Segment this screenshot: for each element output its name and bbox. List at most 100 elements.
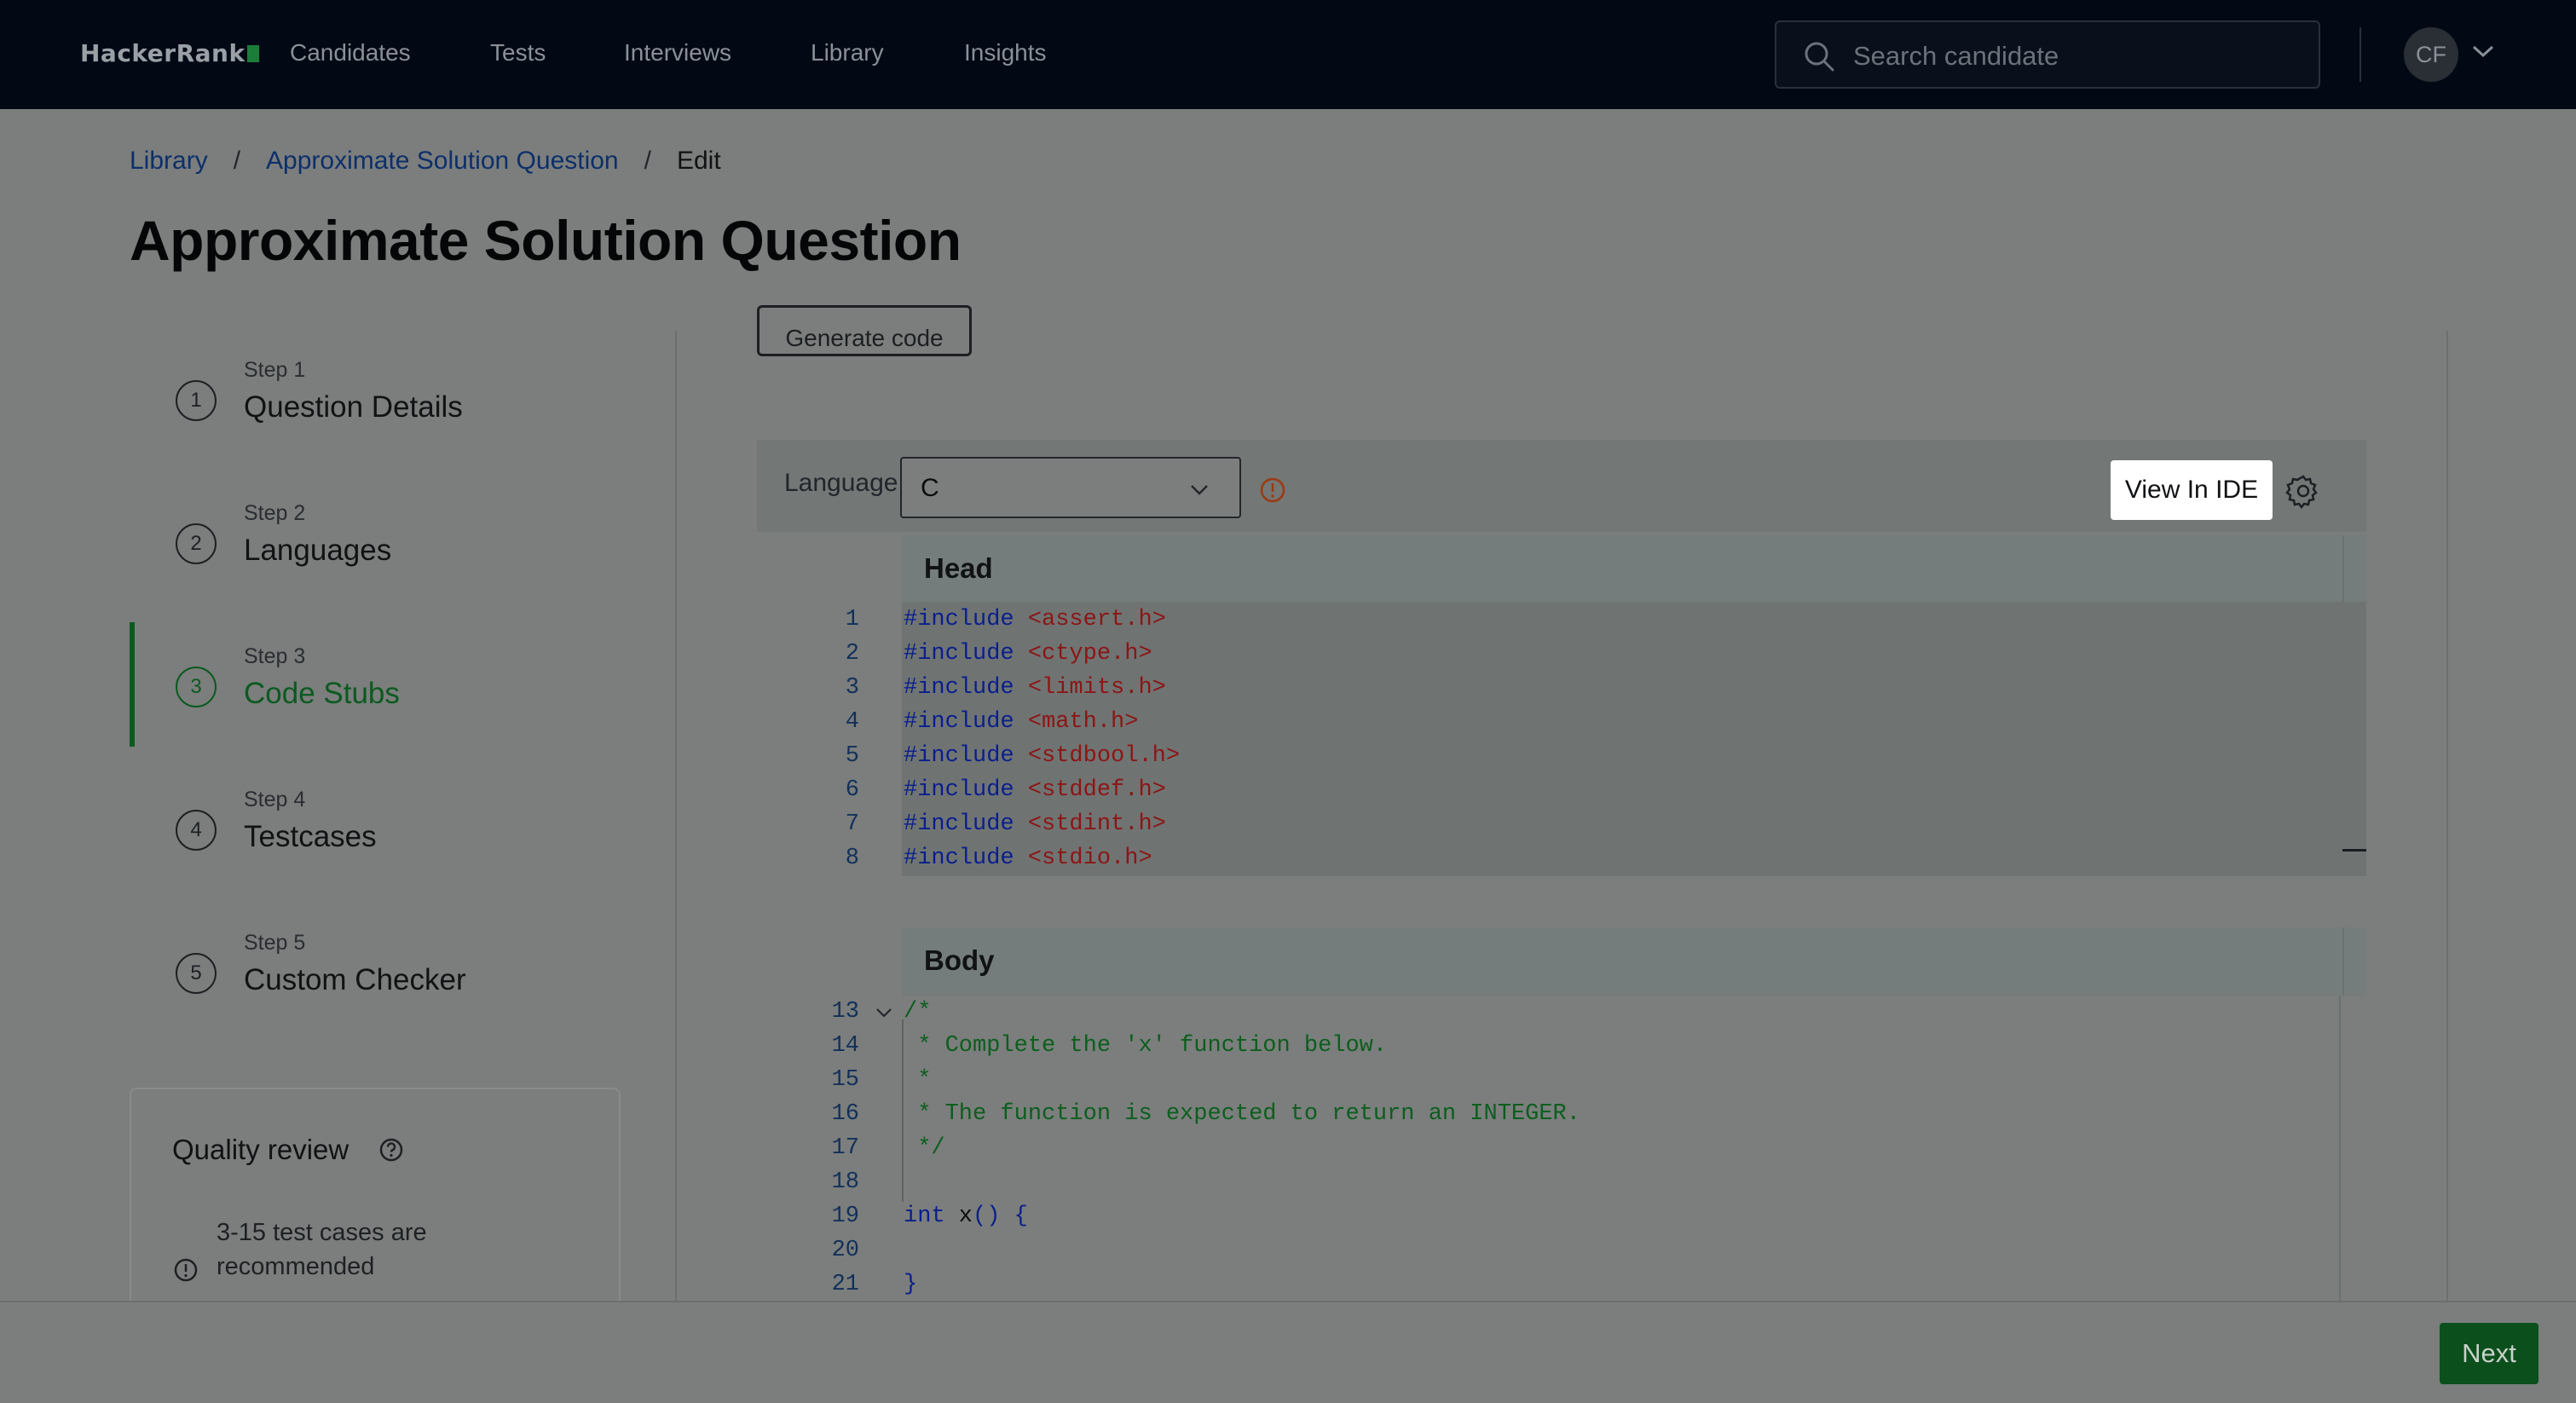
code-line[interactable]: * Complete the 'x' function below. xyxy=(904,1033,1387,1067)
code-keyword: #include xyxy=(904,743,1014,769)
top-nav: HackerRank Candidates Tests Interviews L… xyxy=(0,0,2576,109)
line-number: 6 xyxy=(845,777,859,803)
help-icon[interactable] xyxy=(378,1137,404,1163)
line-number: 15 xyxy=(831,1067,859,1093)
code-line[interactable]: * The function is expected to return an … xyxy=(904,1101,1580,1135)
head-section-title: Head xyxy=(924,552,993,584)
line-number: 20 xyxy=(831,1238,859,1263)
step-testcases[interactable]: 4 Step 4 Testcases xyxy=(130,765,641,890)
step-languages[interactable]: 2 Step 2 Languages xyxy=(130,479,641,603)
quality-review-message: 3-15 test cases are recommended xyxy=(217,1219,427,1280)
code-text: /* xyxy=(904,999,932,1025)
nav-tests[interactable]: Tests xyxy=(490,39,546,66)
code-keyword: #include xyxy=(904,846,1014,871)
code-function-name: x xyxy=(944,1204,973,1229)
code-header-name: <stdint.h> xyxy=(1027,811,1166,837)
chevron-down-icon[interactable] xyxy=(2470,43,2496,60)
code-header-name: <stddef.h> xyxy=(1027,777,1166,803)
page-title: Approximate Solution Question xyxy=(130,209,962,272)
line-number: 5 xyxy=(845,743,859,769)
step-label: Step 4 xyxy=(244,788,306,811)
quality-review-title: Quality review xyxy=(172,1134,349,1165)
code-text: */ xyxy=(904,1135,945,1161)
step-title: Question Details xyxy=(244,390,463,424)
search-icon xyxy=(1805,42,1834,72)
editor-scroll-edge xyxy=(2339,996,2341,1301)
code-line[interactable]: */ xyxy=(904,1135,945,1169)
code-text: * xyxy=(904,1067,932,1093)
step-number-circle: 2 xyxy=(176,523,217,564)
warning-icon[interactable] xyxy=(1258,476,1287,505)
line-number: 14 xyxy=(831,1033,859,1059)
code-line[interactable]: #include <limits.h> xyxy=(904,675,1166,709)
code-line[interactable]: #include <stddef.h> xyxy=(904,777,1166,811)
code-header-name: <limits.h> xyxy=(1027,675,1166,701)
next-button[interactable]: Next xyxy=(2440,1323,2538,1384)
language-select[interactable]: C xyxy=(900,457,1241,518)
code-line[interactable]: #include <math.h> xyxy=(904,709,1138,743)
step-custom-checker[interactable]: 5 Step 5 Custom Checker xyxy=(130,909,641,1033)
code-text: * Complete the 'x' function below. xyxy=(904,1033,1388,1059)
nav-insights[interactable]: Insights xyxy=(964,39,1047,66)
breadcrumb-library[interactable]: Library xyxy=(130,147,208,175)
code-keyword: #include xyxy=(904,777,1014,803)
code-header-name: <stdio.h> xyxy=(1027,846,1152,871)
breadcrumb-current: Edit xyxy=(676,147,721,175)
line-number: 17 xyxy=(831,1135,859,1161)
code-text: * The function is expected to return an … xyxy=(904,1101,1580,1127)
nav-interviews[interactable]: Interviews xyxy=(624,39,731,66)
code-keyword: #include xyxy=(904,607,1014,632)
collapse-icon[interactable] xyxy=(2342,849,2366,852)
code-keyword: int xyxy=(904,1204,945,1229)
line-number: 1 xyxy=(845,607,859,632)
search-input[interactable] xyxy=(1853,38,2296,75)
line-number: 16 xyxy=(831,1101,859,1127)
code-line[interactable]: /* xyxy=(904,999,931,1033)
step-title: Custom Checker xyxy=(244,963,466,996)
step-question-details[interactable]: 1 Step 1 Question Details xyxy=(130,336,641,460)
info-icon xyxy=(174,1258,198,1282)
code-line[interactable]: * xyxy=(904,1067,931,1101)
language-value: C xyxy=(921,474,939,502)
step-number-circle: 5 xyxy=(176,953,217,994)
step-title: Testcases xyxy=(244,820,377,853)
step-number-circle: 4 xyxy=(176,810,217,851)
code-keyword: #include xyxy=(904,709,1014,735)
line-number: 19 xyxy=(831,1204,859,1229)
content-right-border xyxy=(2446,331,2448,1301)
nav-library[interactable]: Library xyxy=(811,39,884,66)
code-header-name: <math.h> xyxy=(1027,709,1139,735)
breadcrumb: Library / Approximate Solution Question / Ed… xyxy=(130,147,721,176)
language-toolbar: Language C View In IDE xyxy=(757,440,2366,532)
line-number: 13 xyxy=(831,999,859,1025)
line-number: 7 xyxy=(845,811,859,837)
code-line[interactable]: #include <stdint.h> xyxy=(904,811,1166,846)
nav-divider xyxy=(2359,27,2361,82)
code-line[interactable]: #include <ctype.h> xyxy=(904,641,1152,675)
gear-icon[interactable] xyxy=(2284,472,2322,510)
code-line[interactable]: #include <assert.h> xyxy=(904,607,1166,641)
step-label: Step 3 xyxy=(244,644,306,668)
step-label: Step 5 xyxy=(244,931,306,955)
breadcrumb-question[interactable]: Approximate Solution Question xyxy=(266,147,619,175)
view-in-ide-button[interactable]: View In IDE xyxy=(2111,460,2273,520)
generate-code-button[interactable]: Generate code xyxy=(757,305,972,356)
hackerrank-logo[interactable]: HackerRank xyxy=(80,39,259,67)
code-keyword: #include xyxy=(904,811,1014,837)
code-punctuation: () { xyxy=(973,1204,1028,1229)
code-header-name: <assert.h> xyxy=(1027,607,1166,632)
code-line[interactable]: int x() { xyxy=(904,1204,1028,1238)
line-number: 3 xyxy=(845,675,859,701)
step-label: Step 1 xyxy=(244,358,306,382)
avatar[interactable]: CF xyxy=(2404,27,2458,82)
breadcrumb-separator: / xyxy=(644,147,651,175)
step-code-stubs[interactable]: 3 Step 3 Code Stubs xyxy=(130,622,641,747)
code-line[interactable]: #include <stdio.h> xyxy=(904,846,1152,880)
nav-candidates[interactable]: Candidates xyxy=(290,39,411,66)
breadcrumb-separator: / xyxy=(233,147,241,175)
code-line[interactable]: #include <stdbool.h> xyxy=(904,743,1180,777)
language-label: Language xyxy=(784,469,898,497)
body-section-title: Body xyxy=(924,944,995,976)
line-number: 8 xyxy=(845,846,859,871)
fold-chevron-icon[interactable] xyxy=(875,1006,893,1019)
